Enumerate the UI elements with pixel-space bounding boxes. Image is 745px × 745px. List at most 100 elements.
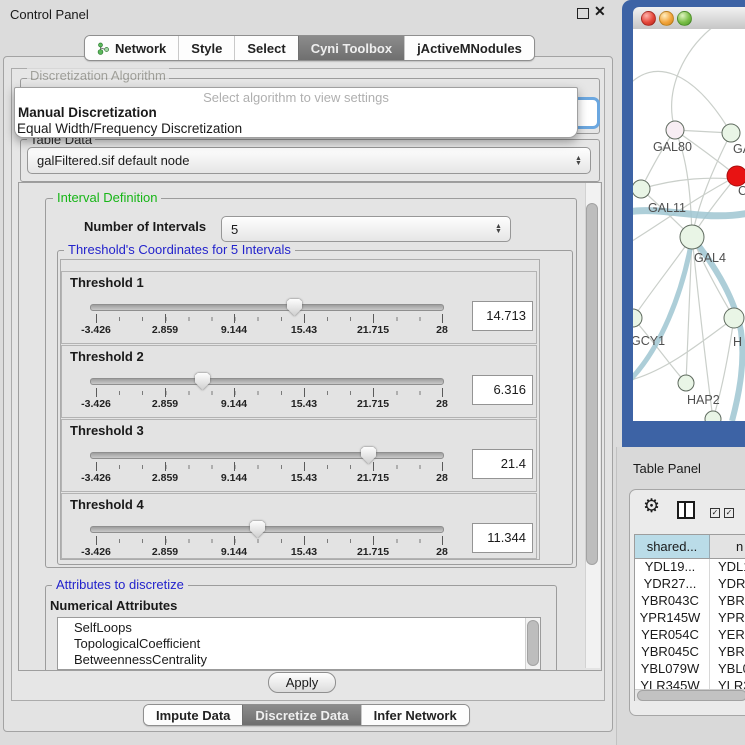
combo-arrows-icon: ▲▼ — [492, 224, 505, 234]
tick-label: -3.426 — [66, 546, 126, 558]
threshold-4-slider-thumb[interactable] — [250, 521, 265, 538]
tick-label: 9.144 — [204, 398, 264, 410]
threshold-panel-1: Threshold 1 -3.426 2.859 9.144 15.43 21.… — [61, 271, 537, 344]
combo-arrows-icon: ▲▼ — [572, 156, 585, 166]
close-icon[interactable]: ✕ — [594, 3, 606, 20]
table-cell[interactable]: YPR145W — [635, 610, 705, 625]
network-canvas[interactable]: GAL80 GA C GAL11 GAL4 GCY1 H HAP2 — [633, 29, 745, 421]
minor-ticks — [96, 539, 443, 543]
tick-label: 28 — [412, 398, 472, 410]
threshold-4-slider-track[interactable] — [90, 526, 444, 533]
table-cell[interactable]: YLR3 — [718, 678, 745, 689]
tick-label: 2.859 — [135, 324, 195, 336]
tick-label: 9.144 — [204, 546, 264, 558]
list-item[interactable]: TopologicalCoefficient — [58, 636, 540, 652]
threshold-1-slider-thumb[interactable] — [287, 299, 302, 316]
tab-discretize-data[interactable]: Discretize Data — [242, 705, 360, 725]
table-cell[interactable]: YDL1 — [718, 559, 745, 574]
tab-infer-network[interactable]: Infer Network — [361, 705, 469, 725]
tick-label: 28 — [412, 546, 472, 558]
column-header-name[interactable]: n — [710, 535, 745, 559]
tab-style[interactable]: Style — [178, 36, 234, 60]
select-none-checkbox-icon[interactable]: ✓ — [724, 508, 734, 518]
threshold-1-value-field[interactable]: 14.713 — [472, 301, 533, 331]
tab-select[interactable]: Select — [234, 36, 297, 60]
node-gal80 — [666, 121, 684, 139]
tick-label: 15.43 — [274, 472, 334, 484]
close-traffic-light-icon[interactable] — [641, 11, 656, 26]
node-bottom — [705, 411, 721, 421]
table-cell[interactable]: YBR0 — [718, 644, 745, 659]
table-data-combo[interactable]: galFiltered.sif default node ▲▼ — [27, 147, 591, 174]
node-h — [724, 308, 744, 328]
gear-icon[interactable]: ⚙ — [643, 495, 660, 518]
dropdown-option-manual[interactable]: Manual Discretization — [15, 105, 577, 120]
threshold-3-label: Threshold 3 — [70, 423, 144, 438]
tab-select-label: Select — [247, 41, 285, 56]
table-cell[interactable]: YBR0 — [718, 593, 745, 608]
table-cell[interactable]: YBL079W — [635, 661, 705, 676]
minor-ticks — [96, 317, 443, 321]
column-header-shared-name[interactable]: shared... — [635, 535, 710, 559]
float-window-icon[interactable] — [577, 8, 589, 19]
tab-impute-data[interactable]: Impute Data — [144, 705, 242, 725]
node-red — [727, 166, 745, 186]
tick-label: 28 — [412, 472, 472, 484]
table-cell[interactable]: YDR27... — [635, 576, 705, 591]
node-label: H — [733, 335, 742, 349]
num-intervals-value: 5 — [222, 222, 492, 237]
zoom-traffic-light-icon[interactable] — [677, 11, 692, 26]
table-cell[interactable]: YBR043C — [635, 593, 705, 608]
table-cell[interactable]: YDL19... — [635, 559, 705, 574]
select-all-checkbox-icon[interactable]: ✓ — [710, 508, 720, 518]
num-intervals-combo[interactable]: 5 ▲▼ — [221, 216, 511, 242]
attributes-vscrollbar-thumb[interactable] — [527, 620, 539, 666]
threshold-3-slider-track[interactable] — [90, 452, 444, 459]
settings-vscrollbar-thumb[interactable] — [586, 203, 598, 565]
tab-jactivemnodules[interactable]: jActiveMNodules — [404, 36, 534, 60]
threshold-4-value-field[interactable]: 11.344 — [472, 523, 533, 553]
tick-label: 2.859 — [135, 546, 195, 558]
dropdown-option-equal-width[interactable]: Equal Width/Frequency Discretization — [15, 121, 577, 136]
tab-cyni-toolbox[interactable]: Cyni Toolbox — [298, 36, 404, 60]
table-cell[interactable]: YPR1 — [718, 610, 745, 625]
threshold-1-slider-track[interactable] — [90, 304, 444, 311]
node-label: GA — [733, 142, 745, 156]
threshold-3-value-field[interactable]: 21.4 — [472, 449, 533, 479]
table-cell[interactable]: YBL0 — [718, 661, 745, 676]
list-item[interactable]: BetweennessCentrality — [58, 652, 540, 668]
tick-label: 21.715 — [343, 546, 403, 558]
threshold-2-slider-thumb[interactable] — [195, 373, 210, 390]
minimize-traffic-light-icon[interactable] — [659, 11, 674, 26]
table-cell[interactable]: YDR2 — [718, 576, 745, 591]
threshold-2-slider-track[interactable] — [90, 378, 444, 385]
list-item[interactable]: SelfLoops — [58, 618, 540, 636]
network-window-titlebar[interactable] — [633, 7, 745, 30]
tick-label: -3.426 — [66, 324, 126, 336]
column-view-icon[interactable] — [677, 501, 695, 519]
node-gal4 — [680, 225, 704, 249]
table-cell[interactable]: YER0 — [718, 627, 745, 642]
apply-button[interactable]: Apply — [268, 672, 336, 693]
threshold-2-value-field[interactable]: 6.316 — [472, 375, 533, 405]
threshold-1-label: Threshold 1 — [70, 275, 144, 290]
node-label: GAL80 — [653, 140, 692, 154]
interval-definition-title: Interval Definition — [53, 191, 161, 205]
table-data-combo-value: galFiltered.sif default node — [28, 153, 572, 168]
minor-ticks — [96, 465, 443, 469]
tab-network[interactable]: Network — [85, 36, 178, 60]
table-cell[interactable]: YBR045C — [635, 644, 705, 659]
column-header-name-label: n — [736, 535, 743, 558]
tab-style-label: Style — [191, 41, 222, 56]
threshold-2-label: Threshold 2 — [70, 349, 144, 364]
tick-label: -3.426 — [66, 398, 126, 410]
node-label: GAL11 — [648, 201, 686, 215]
attributes-list: SelfLoops TopologicalCoefficient Between… — [57, 617, 541, 670]
table-cell[interactable]: YER054C — [635, 627, 705, 642]
tick-label: 15.43 — [274, 546, 334, 558]
algorithm-dropdown-popup: Select algorithm to view settings Manual… — [14, 87, 578, 138]
algorithm-group-title: Discretization Algorithm — [27, 68, 169, 83]
node-label: HAP2 — [687, 393, 720, 407]
table-cell[interactable]: YLR345W — [635, 678, 705, 689]
table-hscrollbar-thumb[interactable] — [637, 690, 745, 701]
